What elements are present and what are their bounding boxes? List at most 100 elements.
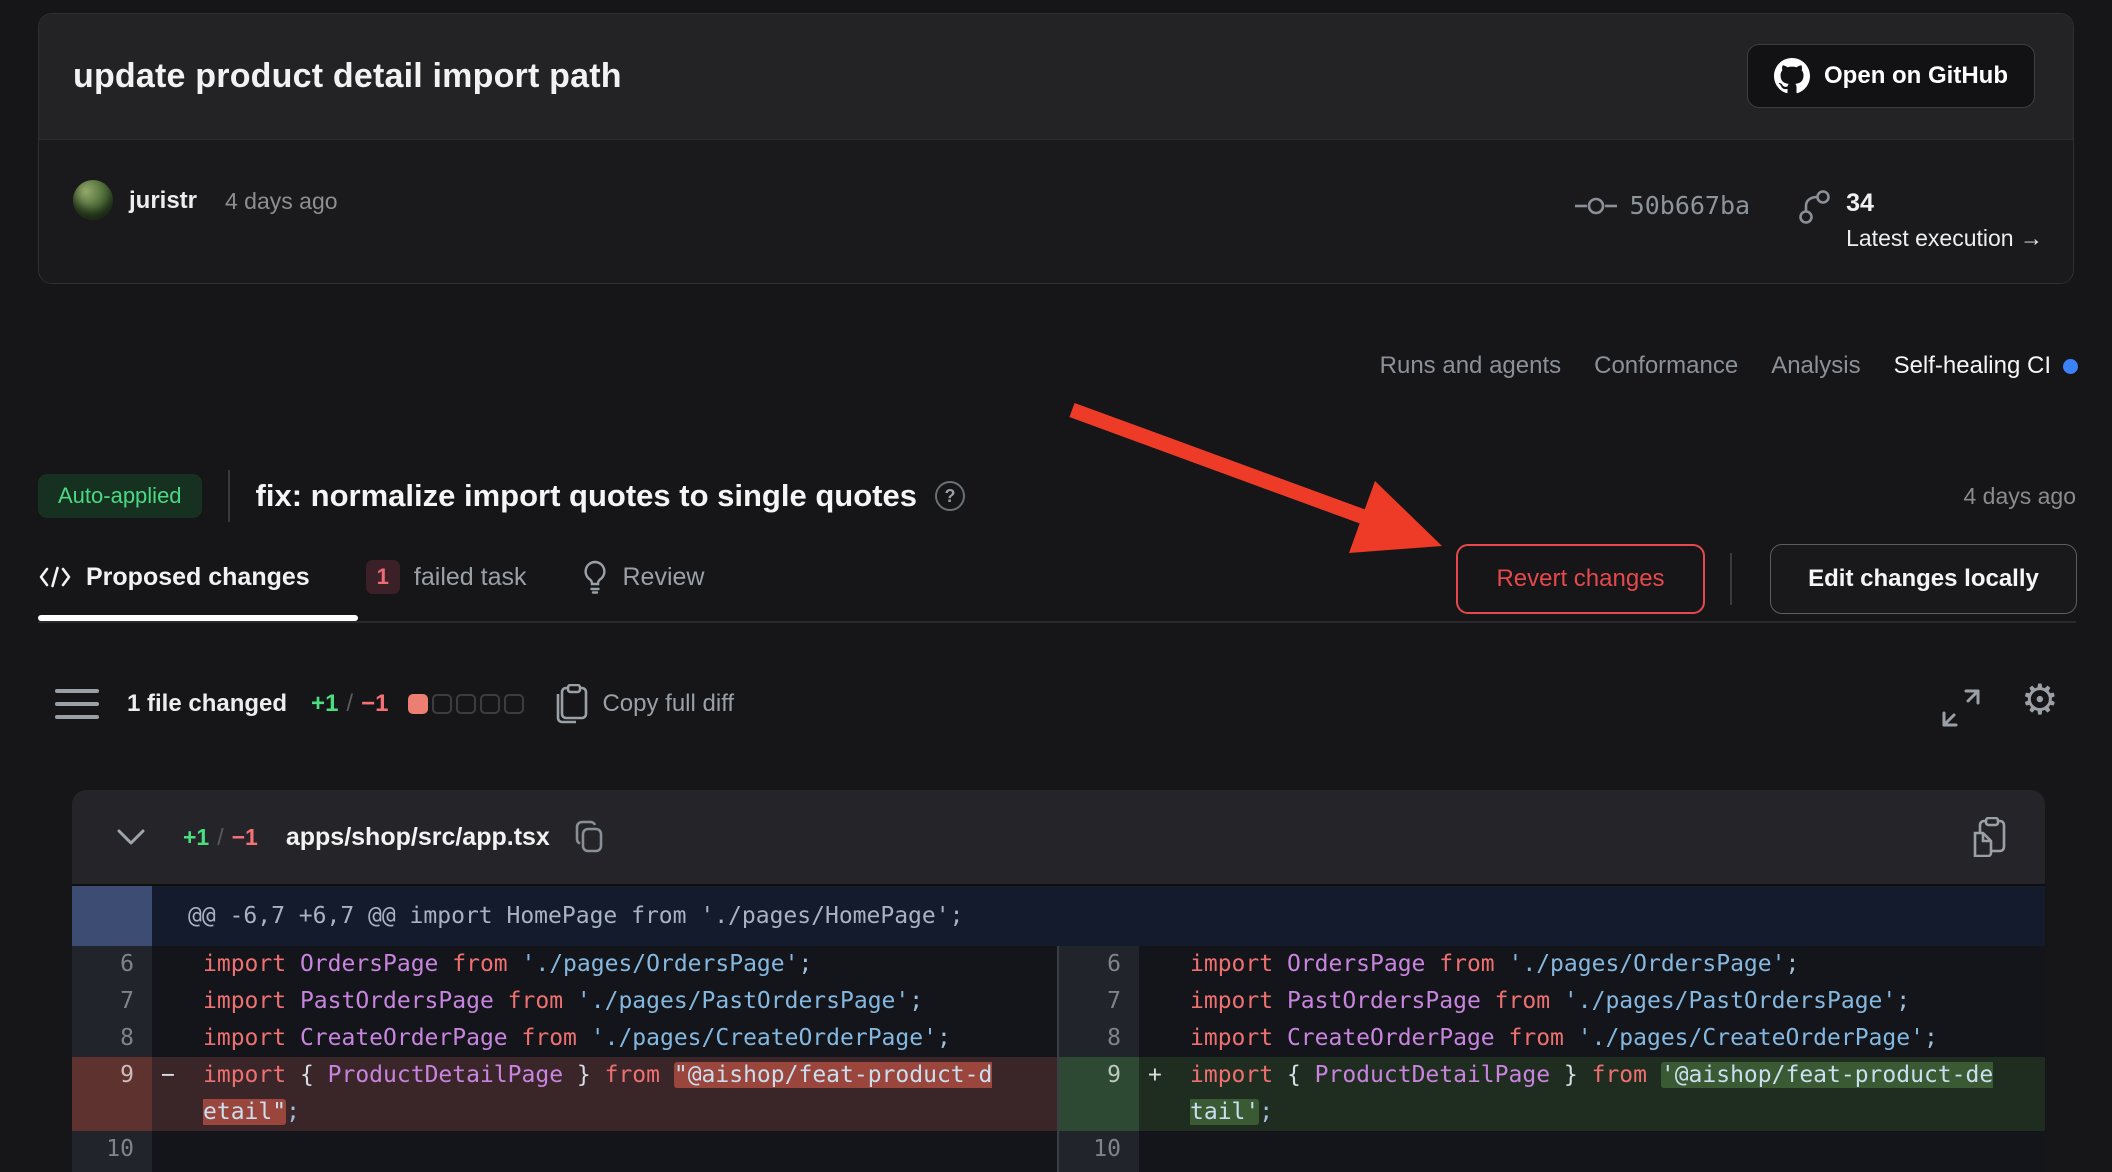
line-number: 9 (72, 1057, 152, 1131)
code-line: +import { ProductDetailPage } from '@ais… (1139, 1057, 2045, 1131)
nav-tab-conformance[interactable]: Conformance (1594, 352, 1738, 380)
line-number: 7 (72, 983, 152, 1020)
nav-tab-label: Self-healing CI (1894, 352, 2051, 380)
nav-tab-self-healing-ci[interactable]: Self-healing CI (1894, 352, 2078, 380)
code-token: ; (798, 951, 812, 977)
code-token: import (203, 1062, 300, 1088)
diff-line: 6import OrdersPage from './pages/OrdersP… (72, 946, 1057, 983)
tab-proposed-label: Proposed changes (86, 563, 310, 592)
ratio-block (480, 694, 500, 714)
open-on-github-button[interactable]: Open on GitHub (1747, 44, 2035, 108)
code-token: } (1550, 1062, 1592, 1088)
help-glyph: ? (944, 486, 955, 507)
expand-all-button[interactable] (1941, 688, 1981, 728)
nav-tab-analysis[interactable]: Analysis (1771, 352, 1860, 380)
ratio-block (504, 694, 524, 714)
code-token: import (1190, 988, 1287, 1014)
code-token: ProductDetailPage (328, 1062, 563, 1088)
code-token: ; (1785, 951, 1799, 977)
chevron-down-icon (117, 829, 145, 845)
code-token: ; (1924, 1025, 1938, 1051)
page: update product detail import path Open o… (0, 0, 2112, 1172)
diff-line: 7import PastOrdersPage from './pages/Pas… (1059, 983, 2045, 1020)
code-token: from (494, 988, 577, 1014)
commit-card: update product detail import path Open o… (38, 13, 2074, 284)
line-number: 8 (1059, 1020, 1139, 1057)
avatar[interactable] (73, 180, 113, 220)
code-token: CreateOrderPage (1287, 1025, 1495, 1051)
fix-header-row: Auto-applied fix: normalize import quote… (38, 470, 2076, 522)
line-number: 6 (1059, 946, 1139, 983)
code-token: } (563, 1062, 605, 1088)
code-token: from (438, 951, 521, 977)
diff-toolbar: 1 file changed +1 / −1 Copy full diff (55, 682, 734, 726)
page-title: update product detail import path (73, 57, 622, 96)
code-token: from (508, 1025, 591, 1051)
code-token: { (300, 1062, 328, 1088)
diff-panes: 6import OrdersPage from './pages/OrdersP… (72, 946, 2045, 1172)
tab-failed-label: failed task (414, 563, 527, 592)
help-icon[interactable]: ? (935, 481, 965, 511)
code-line: import CreateOrderPage from './pages/Cre… (1139, 1020, 2045, 1057)
workspace-nav: Runs and agents Conformance Analysis Sel… (1380, 352, 2078, 380)
hamburger-menu-icon[interactable] (55, 688, 103, 720)
code-token: CreateOrderPage (300, 1025, 508, 1051)
expand-icon (1941, 688, 1981, 728)
line-number: 7 (1059, 983, 1139, 1020)
fix-time-ago: 4 days ago (1963, 483, 2076, 510)
copy-path-button[interactable] (574, 820, 604, 854)
executions-count[interactable]: 34 (1846, 188, 1874, 218)
nav-tab-runs-and-agents[interactable]: Runs and agents (1380, 352, 1561, 380)
file-diff-card: +1 / −1 apps/shop/src/app.tsx @@ -6,7 +6… (72, 790, 2045, 1172)
code-line: import CreateOrderPage from './pages/Cre… (152, 1020, 1057, 1057)
tab-proposed-changes[interactable]: Proposed changes (38, 563, 310, 592)
diff-line: 10 (72, 1131, 1057, 1172)
code-token: import (203, 988, 300, 1014)
latest-execution-link[interactable]: Latest execution → (1846, 225, 2043, 252)
code-token: from (1495, 1025, 1578, 1051)
author-name: juristr (129, 187, 197, 215)
git-branch-icon (1798, 189, 1830, 225)
stat-separator: / (217, 824, 223, 851)
code-icon (38, 565, 72, 589)
collapse-file-button[interactable] (117, 829, 145, 845)
diff-marker-icon: + (1148, 1057, 1162, 1094)
diff-line: 8import CreateOrderPage from './pages/Cr… (72, 1020, 1057, 1057)
code-line: import OrdersPage from './pages/OrdersPa… (1139, 946, 2045, 983)
file-additions: +1 (183, 824, 209, 851)
commit-sha-link[interactable]: 50b667ba (1574, 191, 1750, 220)
diff-pane-old: 6import OrdersPage from './pages/OrdersP… (72, 946, 1057, 1172)
file-header: +1 / −1 apps/shop/src/app.tsx (72, 790, 2045, 886)
code-token: ; (286, 1099, 300, 1125)
failed-count-badge: 1 (366, 560, 400, 594)
copy-full-diff-button[interactable]: Copy full diff (554, 684, 734, 724)
code-token: './pages/OrdersPage' (1509, 951, 1786, 977)
copy-icon (554, 684, 590, 724)
line-number: 10 (72, 1131, 152, 1172)
copy-file-diff-button[interactable] (1973, 817, 2007, 857)
code-token: ; (1259, 1099, 1273, 1125)
auto-applied-badge: Auto-applied (38, 474, 202, 518)
code-token: from (1481, 988, 1564, 1014)
diff-marker-icon: − (161, 1057, 175, 1094)
code-token: import (1190, 1062, 1287, 1088)
commit-sha: 50b667ba (1630, 191, 1750, 220)
code-token: from (1425, 951, 1508, 977)
code-token: import (203, 951, 300, 977)
tab-failed-task[interactable]: 1 failed task (366, 560, 527, 594)
code-token: from (1592, 1062, 1661, 1088)
code-token: OrdersPage (1287, 951, 1425, 977)
files-changed-label: 1 file changed (127, 690, 287, 718)
edit-changes-locally-button[interactable]: Edit changes locally (1770, 544, 2077, 614)
settings-gear-icon[interactable]: ⚙ (2021, 676, 2059, 724)
tab-review[interactable]: Review (582, 560, 704, 594)
diff-line: 8import CreateOrderPage from './pages/Cr… (1059, 1020, 2045, 1057)
commit-title-section: update product detail import path Open o… (39, 14, 2073, 140)
revert-changes-button[interactable]: Revert changes (1456, 544, 1705, 614)
deletions-count: −1 (361, 690, 388, 718)
code-token: './pages/CreateOrderPage' (591, 1025, 937, 1051)
lightbulb-icon (582, 560, 608, 594)
hunk-gutter (72, 886, 152, 946)
code-line: −import { ProductDetailPage } from "@ais… (152, 1057, 1057, 1131)
file-diff-stats: +1 / −1 (183, 824, 258, 851)
